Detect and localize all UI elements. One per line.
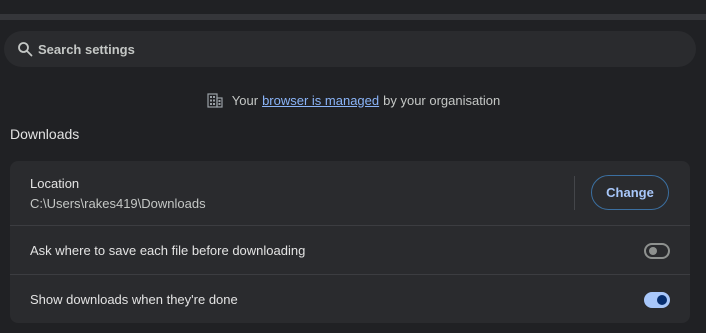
toolbar-divider (0, 14, 706, 20)
managed-prefix: Your (231, 92, 259, 108)
top-strip (0, 0, 706, 14)
search-icon (16, 40, 34, 58)
change-location-button[interactable]: Change (591, 175, 669, 210)
search-bar[interactable]: Search settings (4, 31, 696, 67)
ask-where-to-save-toggle[interactable] (644, 243, 670, 259)
managed-link[interactable]: browser is managed (262, 93, 379, 108)
location-row: Location C:\Users\rakes419\Downloads Cha… (10, 161, 690, 225)
ask-where-to-save-row[interactable]: Ask where to save each file before downl… (10, 225, 690, 274)
location-path: C:\Users\rakes419\Downloads (30, 196, 206, 211)
toggle-knob (657, 295, 667, 305)
managed-notice: Your browser is managed by your organisa… (0, 89, 706, 111)
downloads-card: Location C:\Users\rakes419\Downloads Cha… (10, 161, 690, 323)
search-input[interactable]: Search settings (38, 42, 135, 57)
show-downloads-label: Show downloads when they're done (30, 292, 238, 307)
managed-suffix: by your organisation (383, 92, 501, 108)
section-title: Downloads (10, 126, 80, 142)
row-divider (574, 176, 575, 210)
toggle-knob (649, 247, 657, 255)
show-downloads-row[interactable]: Show downloads when they're done (10, 274, 690, 323)
building-icon (206, 91, 224, 109)
location-label: Location (30, 176, 80, 191)
show-downloads-toggle[interactable] (644, 292, 670, 308)
ask-where-to-save-label: Ask where to save each file before downl… (30, 243, 306, 258)
